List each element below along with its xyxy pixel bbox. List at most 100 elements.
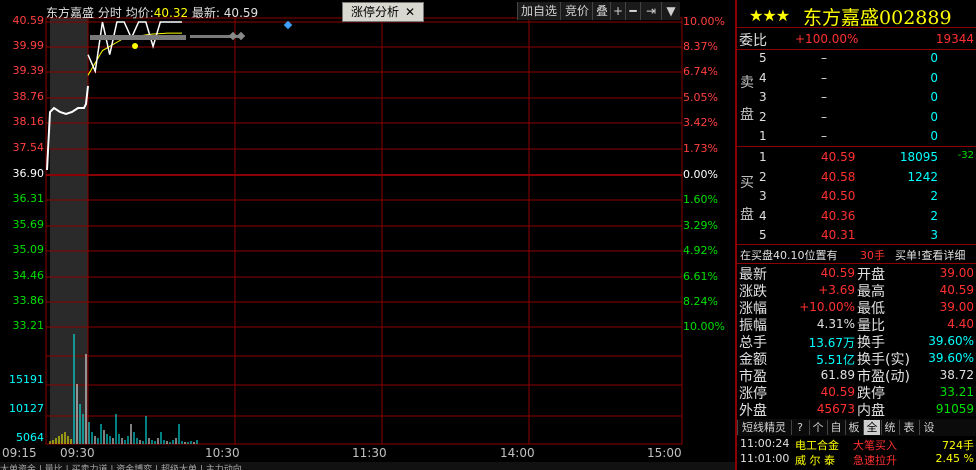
pct-tick-label: 6.61% [683, 270, 718, 283]
header-latest-value: 40.59 [223, 6, 259, 20]
sell-volume: 0 [930, 90, 938, 104]
quick-filter-tab[interactable]: 全 [863, 420, 880, 435]
buy-price: 40.50 [821, 189, 856, 203]
sell-volume: 0 [930, 129, 938, 143]
price-tick-label: 39.39 [12, 64, 45, 77]
time-tick-label: 09:15 [2, 446, 37, 460]
price-tick-label: 37.54 [12, 141, 45, 154]
time-tick-label: 14:00 [500, 446, 535, 460]
buy-level: 1 [759, 150, 767, 164]
buy-volume: 3 [930, 228, 938, 242]
stat-value: 33.21 [939, 385, 974, 399]
price-tick-label: 33.86 [12, 294, 45, 307]
alert-stock[interactable]: 电工合金 [795, 437, 839, 453]
pct-tick-label: 4.92% [683, 244, 718, 257]
stat-label: 外盘 [739, 403, 767, 419]
volume-tick-label: 15191 [9, 373, 44, 386]
quick-filter-tab[interactable]: 表 [899, 420, 918, 435]
expand-icon[interactable]: ⇥ [640, 2, 661, 20]
stat-value: 39.00 [939, 266, 974, 280]
pct-tick-label: 3.29% [683, 219, 718, 232]
alert-type: 大笔买入 [853, 439, 897, 452]
buy-price: 40.36 [821, 208, 856, 223]
weibi-label: 委比 [739, 33, 767, 49]
buy-level: 5 [759, 228, 767, 242]
sell-price: – [821, 109, 827, 124]
stat-value: 91059 [935, 402, 974, 416]
add-favorite-button[interactable]: 加自选 [517, 2, 560, 20]
alert-stock[interactable]: 威 尔 泰 [795, 452, 835, 468]
time-tick-label: 10:30 [205, 446, 240, 460]
stat-value: 40.59 [939, 283, 974, 297]
sell-level: 2 [759, 109, 767, 124]
price-tick-label: 35.69 [12, 218, 45, 231]
rating-stars: ★★★ [749, 6, 790, 25]
price-tick-label: 34.46 [12, 269, 45, 282]
overlay-button[interactable]: 叠 [592, 2, 611, 20]
stat-value: 39.60% [928, 334, 974, 348]
buy-level: 4 [759, 208, 767, 223]
close-icon[interactable]: ✕ [405, 5, 415, 19]
quick-filter-tab[interactable]: 板 [845, 420, 862, 435]
volume-tick-label: 5064 [16, 431, 44, 444]
pct-tick-label: 3.42% [683, 116, 718, 129]
dropdown-icon[interactable]: ▼ [661, 2, 680, 20]
alert-value: 724手 [942, 439, 974, 452]
price-tick-label: 39.99 [12, 39, 45, 52]
stat-value: +3.69 [818, 283, 855, 297]
quick-filter-tab[interactable]: 自 [827, 420, 844, 435]
pct-tick-label: 1.60% [683, 193, 718, 206]
stat-value: 40.59 [820, 385, 855, 399]
tab-label: 涨停分析 [350, 5, 399, 19]
stat-label: 内盘 [857, 403, 885, 419]
sell-level: 5 [759, 51, 767, 65]
bid-notice-qty: 30手 [860, 249, 885, 262]
header-avg-label: 均价: [125, 6, 154, 20]
header-mode: 分时 [97, 6, 122, 20]
quick-filter-tab[interactable]: 个 [809, 420, 826, 435]
buy-price: 40.59 [821, 150, 856, 164]
sell-volume: 0 [930, 109, 938, 124]
buy-level: 2 [759, 169, 767, 184]
price-tick-label: 40.59 [12, 14, 45, 27]
chart-header: 东方嘉盛 分时 均价:40.32 最新: 40.59 [46, 4, 258, 21]
zoom-in-button[interactable]: + [610, 2, 625, 20]
quick-filter-tab[interactable]: 统 [881, 420, 898, 435]
time-tick-label: 09:30 [60, 446, 95, 460]
auction-button[interactable]: 竞价 [560, 2, 593, 20]
short-term-tab[interactable]: 短线精灵 [737, 420, 790, 435]
stock-code: 002889 [879, 7, 952, 29]
stock-title: 东方嘉盛002889 [803, 3, 952, 30]
buy-change: -32 [957, 150, 974, 161]
quick-filter-tab[interactable]: ? [791, 420, 808, 435]
header-latest-label: 最新: [191, 6, 220, 20]
minus-icon[interactable]: ━ [625, 2, 640, 20]
sell-level: 1 [759, 129, 767, 143]
sell-volume: 0 [930, 51, 938, 65]
buy-label-1: 买 [740, 175, 754, 191]
intraday-chart[interactable]: 东方嘉盛 分时 均价:40.32 最新: 40.59 涨停分析 ✕ 加自选 竞价叠 +… [0, 0, 735, 470]
buy-volume: 2 [930, 189, 938, 203]
bid-notice-link[interactable]: 买单!查看详细 [895, 247, 965, 263]
alert-time: 11:01:00 [740, 452, 790, 465]
weibi-value: +100.00% [795, 32, 859, 46]
sell-price: – [821, 90, 827, 104]
stat-value: 45673 [816, 402, 855, 416]
buy-volume: 18095 [899, 150, 938, 164]
header-stock-name: 东方嘉盛 [46, 6, 95, 20]
quick-tabs: 短线精灵? 个自板全统表设 [737, 419, 976, 436]
buy-volume: 1242 [907, 169, 938, 184]
stat-value: 39.60% [928, 351, 974, 365]
volume-tick-label: 10127 [9, 402, 44, 415]
pct-tick-label: 1.73% [683, 142, 718, 155]
sell-level: 3 [759, 90, 767, 104]
header-avg-value: 40.32 [153, 6, 189, 20]
bottom-indicator-bar[interactable]: 大单资金 | 量比 | 买卖力道 | 资金博弈 | 超级大单 | 主力动向 [0, 462, 735, 470]
limit-up-analysis-tab[interactable]: 涨停分析 ✕ [342, 2, 424, 22]
quick-filter-tab[interactable]: 设 [919, 420, 938, 435]
pct-tick-label: 5.05% [683, 91, 718, 104]
price-tick-label: 38.76 [12, 90, 45, 103]
stat-value: 61.89 [820, 368, 855, 382]
pct-tick-label: 8.37% [683, 40, 718, 53]
buy-level: 3 [759, 189, 767, 203]
